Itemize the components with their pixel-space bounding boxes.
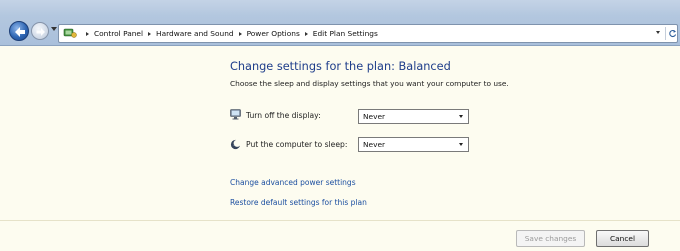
breadcrumb-edit-plan-settings[interactable]: Edit Plan Settings [313, 29, 378, 38]
turn-off-display-value: Never [363, 112, 386, 121]
breadcrumb-chevron-icon[interactable] [86, 31, 89, 36]
page-title: Change settings for the plan: Balanced [230, 60, 451, 73]
monitor-icon [230, 109, 241, 120]
breadcrumb-chevron-icon[interactable] [304, 31, 308, 36]
breadcrumb-power-options[interactable]: Power Options [247, 29, 300, 38]
put-computer-to-sleep-label: Put the computer to sleep: [246, 140, 348, 149]
recent-pages-dropdown-icon[interactable] [51, 27, 57, 31]
save-changes-label: Save changes [524, 234, 577, 243]
page-subtitle: Choose the sleep and display settings th… [230, 79, 509, 88]
change-advanced-power-settings-link[interactable]: Change advanced power settings [230, 178, 356, 187]
forward-button[interactable] [31, 22, 49, 40]
chevron-down-icon [459, 115, 463, 118]
breadcrumb-chevron-icon[interactable] [238, 31, 242, 36]
address-bar[interactable]: Control Panel Hardware and Sound Power O… [58, 24, 678, 43]
address-divider [665, 27, 666, 40]
footer-divider [0, 220, 680, 221]
address-history-dropdown-icon[interactable] [656, 31, 660, 34]
window-titlebar: Control Panel Hardware and Sound Power O… [0, 0, 680, 46]
refresh-icon[interactable] [668, 29, 677, 38]
put-computer-to-sleep-value: Never [363, 140, 386, 149]
breadcrumb-chevron-icon[interactable] [148, 31, 152, 36]
chevron-down-icon [459, 143, 463, 146]
back-button[interactable] [9, 21, 29, 41]
cancel-button[interactable]: Cancel [596, 230, 649, 247]
breadcrumb-control-panel[interactable]: Control Panel [94, 29, 143, 38]
breadcrumb: Control Panel Hardware and Sound Power O… [81, 25, 378, 42]
back-arrow-icon [15, 27, 25, 37]
put-computer-to-sleep-select[interactable]: Never [358, 137, 469, 152]
save-changes-button[interactable]: Save changes [516, 230, 585, 247]
turn-off-display-select[interactable]: Never [358, 109, 469, 124]
forward-arrow-icon [36, 28, 45, 36]
restore-default-settings-link[interactable]: Restore default settings for this plan [230, 198, 367, 207]
turn-off-display-label: Turn off the display: [246, 111, 321, 120]
moon-icon [230, 139, 241, 150]
breadcrumb-hardware-and-sound[interactable]: Hardware and Sound [156, 29, 234, 38]
control-panel-icon [63, 28, 77, 38]
cancel-label: Cancel [609, 234, 636, 243]
